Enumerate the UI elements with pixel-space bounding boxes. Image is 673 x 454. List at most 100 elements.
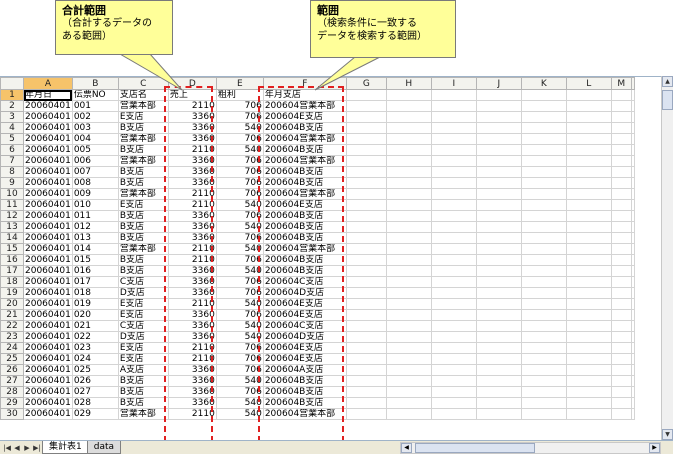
empty-cell[interactable] [430, 243, 477, 255]
cell[interactable]: 021 [71, 320, 119, 332]
empty-cell[interactable] [610, 265, 632, 277]
cell[interactable]: 支店名 [117, 89, 169, 101]
cell[interactable]: E支店 [117, 111, 169, 123]
cell[interactable]: E支店 [117, 199, 169, 211]
empty-cell[interactable] [385, 265, 432, 277]
row-header-13[interactable]: 13 [0, 221, 24, 233]
cell[interactable]: 018 [71, 287, 119, 299]
empty-cell[interactable] [345, 408, 387, 420]
empty-cell[interactable] [520, 298, 567, 310]
empty-cell[interactable] [345, 232, 387, 244]
empty-cell[interactable] [610, 100, 632, 112]
cell[interactable]: 540 [215, 320, 264, 332]
empty-cell[interactable] [385, 397, 432, 409]
cell[interactable]: 20060401 [23, 254, 73, 266]
empty-cell[interactable] [520, 254, 567, 266]
cell[interactable]: 営業本部 [117, 408, 169, 420]
empty-cell[interactable] [565, 122, 612, 134]
scroll-left-icon[interactable]: ◀ [401, 443, 412, 453]
empty-cell[interactable] [630, 397, 635, 409]
cell[interactable]: D支店 [117, 331, 169, 343]
empty-cell[interactable] [610, 232, 632, 244]
empty-cell[interactable] [630, 144, 635, 156]
empty-cell[interactable] [520, 188, 567, 200]
empty-cell[interactable] [345, 342, 387, 354]
empty-cell[interactable] [610, 397, 632, 409]
empty-cell[interactable] [345, 155, 387, 167]
cell[interactable]: 20060401 [23, 243, 73, 255]
empty-cell[interactable] [520, 342, 567, 354]
cell[interactable]: 20060401 [23, 353, 73, 365]
cell[interactable]: 20060401 [23, 122, 73, 134]
empty-cell[interactable] [565, 210, 612, 222]
empty-cell[interactable] [475, 232, 522, 244]
sheet-tab[interactable]: data [86, 441, 122, 454]
row-header-27[interactable]: 27 [0, 375, 24, 387]
empty-cell[interactable] [565, 353, 612, 365]
cell[interactable]: 706 [215, 210, 264, 222]
empty-cell[interactable] [610, 221, 632, 233]
empty-cell[interactable] [430, 122, 477, 134]
empty-cell[interactable] [630, 199, 635, 211]
empty-cell[interactable] [345, 177, 387, 189]
empty-cell[interactable] [520, 210, 567, 222]
cell[interactable]: 粗利 [215, 89, 264, 101]
empty-cell[interactable] [430, 89, 477, 101]
cell[interactable]: 014 [71, 243, 119, 255]
column-header-g[interactable]: G [345, 77, 387, 90]
cell[interactable]: E支店 [117, 298, 169, 310]
cell[interactable]: C支店 [117, 276, 169, 288]
empty-cell[interactable] [520, 221, 567, 233]
empty-cell[interactable] [430, 276, 477, 288]
empty-cell[interactable] [385, 309, 432, 321]
empty-cell[interactable] [385, 166, 432, 178]
empty-cell[interactable] [565, 89, 612, 101]
cell[interactable]: 20060401 [23, 276, 73, 288]
cell[interactable]: 540 [215, 375, 264, 387]
empty-cell[interactable] [565, 133, 612, 145]
empty-cell[interactable] [520, 320, 567, 332]
empty-cell[interactable] [565, 342, 612, 354]
empty-cell[interactable] [385, 111, 432, 123]
empty-cell[interactable] [520, 331, 567, 343]
empty-cell[interactable] [475, 199, 522, 211]
cell[interactable]: B支店 [117, 177, 169, 189]
empty-cell[interactable] [520, 111, 567, 123]
column-header-i[interactable]: I [430, 77, 477, 90]
empty-cell[interactable] [345, 144, 387, 156]
empty-cell[interactable] [345, 320, 387, 332]
next-sheet-icon[interactable]: ▶ [22, 442, 32, 454]
empty-cell[interactable] [630, 243, 635, 255]
empty-cell[interactable] [520, 133, 567, 145]
column-header-l[interactable]: L [565, 77, 612, 90]
select-all-corner[interactable] [0, 77, 24, 90]
empty-cell[interactable] [430, 221, 477, 233]
empty-cell[interactable] [385, 144, 432, 156]
empty-cell[interactable] [565, 243, 612, 255]
empty-cell[interactable] [475, 386, 522, 398]
empty-cell[interactable] [630, 254, 635, 266]
cell[interactable]: 011 [71, 210, 119, 222]
empty-cell[interactable] [565, 166, 612, 178]
empty-cell[interactable] [345, 100, 387, 112]
empty-cell[interactable] [610, 320, 632, 332]
empty-cell[interactable] [565, 188, 612, 200]
cell[interactable]: 営業本部 [117, 188, 169, 200]
empty-cell[interactable] [385, 342, 432, 354]
empty-cell[interactable] [565, 309, 612, 321]
empty-cell[interactable] [430, 144, 477, 156]
empty-cell[interactable] [565, 364, 612, 376]
cell[interactable]: 706 [215, 287, 264, 299]
empty-cell[interactable] [475, 177, 522, 189]
empty-cell[interactable] [345, 122, 387, 134]
empty-cell[interactable] [385, 320, 432, 332]
cell[interactable]: 008 [71, 177, 119, 189]
empty-cell[interactable] [385, 89, 432, 101]
empty-cell[interactable] [630, 309, 635, 321]
empty-cell[interactable] [565, 155, 612, 167]
row-header-21[interactable]: 21 [0, 309, 24, 321]
prev-sheet-icon[interactable]: ◀ [12, 442, 22, 454]
empty-cell[interactable] [610, 342, 632, 354]
empty-cell[interactable] [610, 331, 632, 343]
cell[interactable]: 20060401 [23, 342, 73, 354]
